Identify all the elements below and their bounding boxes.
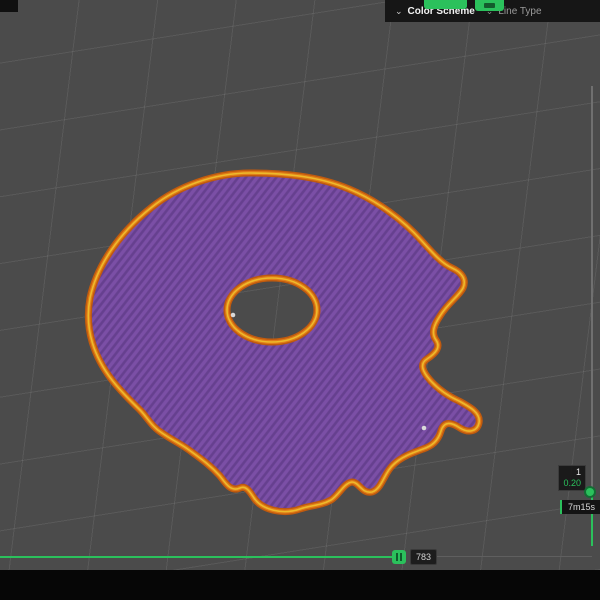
chevron-down-icon[interactable]: ⌄ xyxy=(395,6,403,17)
layer-number: 1 xyxy=(575,467,581,477)
bottom-bar xyxy=(0,570,600,600)
hole-perimeter-inner-yellow xyxy=(226,277,318,343)
toolbar-button-primary[interactable] xyxy=(424,0,467,9)
layer-indicator: 1 0.20 xyxy=(558,465,586,491)
layer-height: 0.20 xyxy=(563,478,581,488)
toolbar-glyph-icon xyxy=(484,3,495,8)
move-slider-track-active[interactable] xyxy=(0,556,396,558)
toolbar-button-secondary[interactable] xyxy=(475,0,504,11)
slicer-window: ⌄ Color Scheme ⌄ Line Type 1 0.20 7m15s … xyxy=(0,0,600,600)
move-slider-handle[interactable] xyxy=(392,550,406,564)
seam-marker xyxy=(230,312,236,318)
layer-slider-track[interactable] xyxy=(591,86,593,546)
move-value-badge: 783 xyxy=(410,549,438,565)
3d-viewport[interactable] xyxy=(0,0,600,570)
print-time-value: 7m15s xyxy=(567,502,595,512)
move-value: 783 xyxy=(416,552,432,562)
gcode-preview-model xyxy=(84,169,483,515)
line-type-dropdown[interactable]: Line Type xyxy=(498,6,541,17)
panel-corner xyxy=(0,0,18,12)
move-slider-track[interactable] xyxy=(434,556,592,557)
seam-marker xyxy=(421,425,427,431)
layer-slider-handle[interactable] xyxy=(584,486,596,498)
print-time-badge: 7m15s xyxy=(559,500,600,514)
